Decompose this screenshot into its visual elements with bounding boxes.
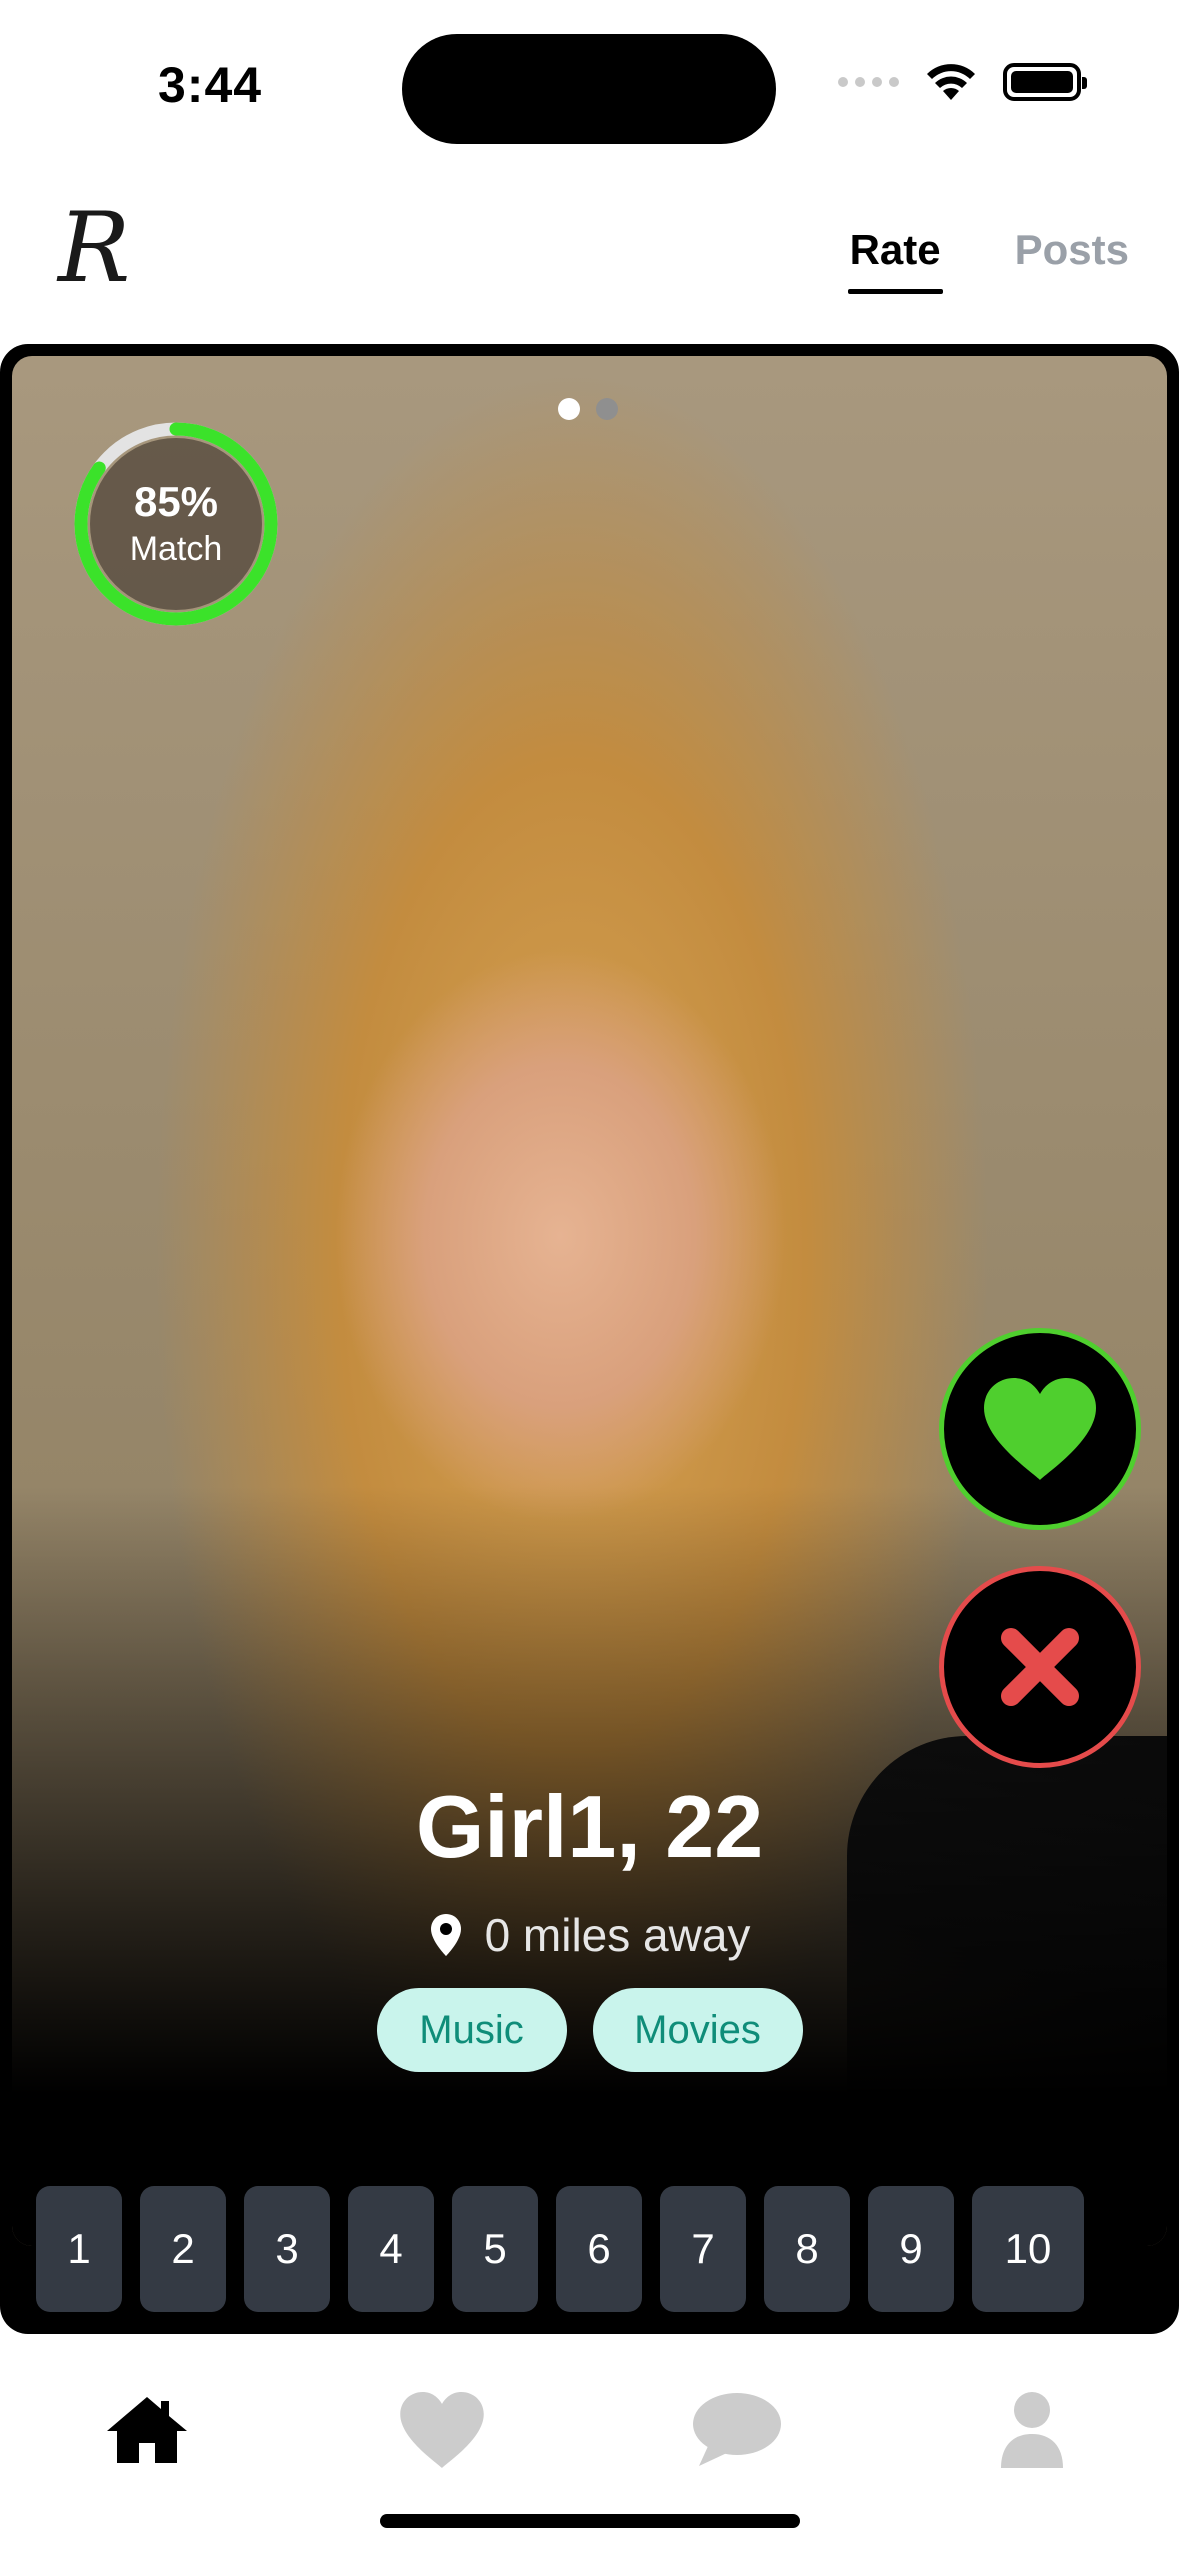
person-icon <box>1001 2392 1063 2468</box>
photo-dot-active[interactable] <box>558 398 580 420</box>
x-icon <box>1001 1628 1079 1706</box>
heart-icon <box>984 1378 1096 1480</box>
interest-chip: Music <box>376 1988 567 2072</box>
distance-text: 0 miles away <box>484 1909 751 1961</box>
tab-posts[interactable]: Posts <box>1015 226 1129 294</box>
nav-profile[interactable] <box>977 2380 1087 2480</box>
status-time: 3:44 <box>158 57 263 113</box>
match-indicator: 85% Match <box>70 418 282 630</box>
rating-button-4[interactable]: 4 <box>348 2186 434 2312</box>
heart-icon <box>400 2391 484 2469</box>
home-indicator[interactable] <box>380 2514 800 2528</box>
rating-button-9[interactable]: 9 <box>868 2186 954 2312</box>
rating-button-10[interactable]: 10 <box>972 2186 1084 2312</box>
photo-dot[interactable] <box>596 398 618 420</box>
nav-home[interactable] <box>92 2380 202 2480</box>
rating-button-6[interactable]: 6 <box>556 2186 642 2312</box>
photo-page-indicator[interactable] <box>558 398 618 420</box>
rating-button-2[interactable]: 2 <box>140 2186 226 2312</box>
nav-likes[interactable] <box>387 2380 497 2480</box>
interest-chip: Movies <box>592 1988 803 2072</box>
rating-button-3[interactable]: 3 <box>244 2186 330 2312</box>
status-icons <box>838 62 1087 102</box>
pass-button[interactable] <box>939 1566 1141 1768</box>
battery-icon <box>1003 63 1087 101</box>
wifi-icon <box>927 64 975 100</box>
rating-scale: 1 2 3 4 5 6 7 8 9 10 <box>36 2186 1084 2312</box>
tab-rate[interactable]: Rate <box>847 226 943 294</box>
profile-photo[interactable] <box>12 356 1167 2246</box>
match-percent: 85% <box>133 477 219 525</box>
dynamic-island <box>402 34 776 144</box>
app-logo: R <box>58 192 131 304</box>
rating-button-1[interactable]: 1 <box>36 2186 122 2312</box>
home-icon <box>107 2397 187 2463</box>
nav-messages[interactable] <box>682 2380 792 2480</box>
match-label: Match <box>129 529 223 568</box>
top-tabs: Rate Posts <box>847 226 1129 294</box>
app-screen: 3:44 R Rate Posts 85% Match Girl1, 22 0 … <box>0 0 1179 2556</box>
interest-chips: Music Movies <box>0 1988 1179 2072</box>
cellular-signal-icon <box>838 77 899 87</box>
rating-button-8[interactable]: 8 <box>764 2186 850 2312</box>
bottom-nav <box>0 2380 1179 2490</box>
location-row: 0 miles away <box>0 1908 1179 1962</box>
profile-name-age: Girl1, 22 <box>415 1777 764 1876</box>
location-pin-icon <box>430 1914 461 1956</box>
rating-button-7[interactable]: 7 <box>660 2186 746 2312</box>
rating-button-5[interactable]: 5 <box>452 2186 538 2312</box>
profile-card[interactable]: 85% Match Girl1, 22 0 miles away Music M… <box>0 344 1179 2334</box>
chat-icon <box>693 2393 781 2466</box>
like-button[interactable] <box>939 1328 1141 1530</box>
